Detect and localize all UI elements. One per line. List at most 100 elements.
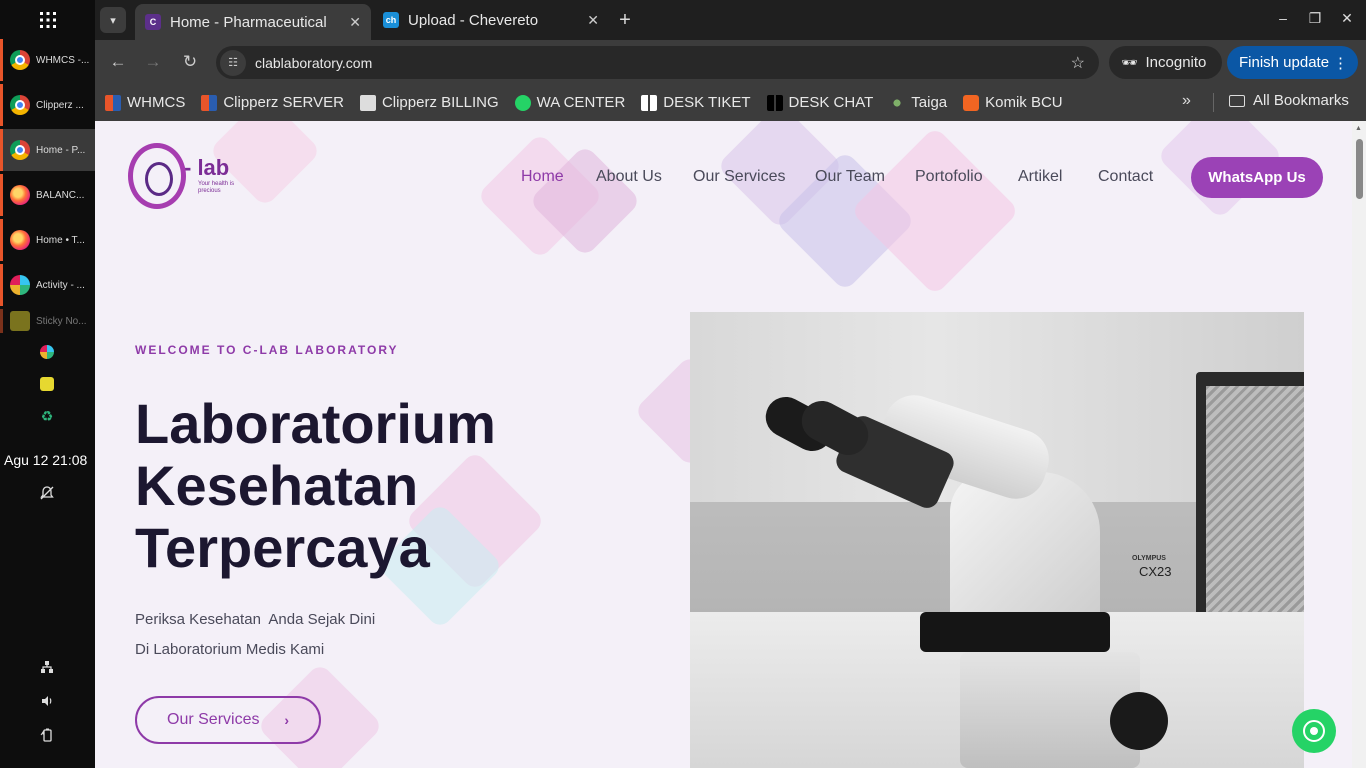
floating-whatsapp-button[interactable] [1292,709,1336,753]
minimize-icon[interactable]: – [1273,10,1293,26]
sticky-notes-tray-icon[interactable] [38,375,56,393]
slack-tray-icon[interactable] [38,343,56,361]
bookmark-whmcs[interactable]: WHMCS [105,94,185,111]
taskbar-item-balance[interactable]: BALANC... [0,174,95,216]
taskbar-item-home-t[interactable]: Home • T... [0,219,95,261]
blogger-icon [963,94,980,111]
taskbar-item-label: Home - P... [36,144,86,156]
new-tab-icon[interactable]: + [613,8,637,32]
photo-focus-knob [1110,692,1168,750]
bookmark-taiga[interactable]: Taiga [889,94,947,111]
tab-close-icon[interactable]: ✕ [349,14,361,31]
back-icon[interactable]: ← [106,50,130,74]
bookmark-label: WHMCS [127,94,186,111]
recycle-icon[interactable]: ♻ [38,407,56,425]
incognito-button[interactable]: 🕶 Incognito [1109,46,1222,79]
nav-about-us[interactable]: About Us [596,168,662,186]
bookmark-label: Clipperz BILLING [381,94,499,111]
taskbar-item-activity[interactable]: Activity - ... [0,264,95,306]
incognito-icon: 🕶 [1121,54,1138,70]
bookmark-star-icon[interactable]: ☆ [1071,53,1085,73]
browser-tab-strip: ▾ C Home - Pharmaceutical C ✕ ch Upload … [95,0,1366,40]
tab-home-pharmaceutical[interactable]: C Home - Pharmaceutical C ✕ [135,4,371,40]
nav-portofolio[interactable]: Portofolio [915,168,983,186]
clab-logo[interactable]: - lab Your health is precious [128,143,234,209]
forward-icon[interactable]: → [141,50,165,74]
bookmark-label: Taiga [911,94,948,111]
clock[interactable]: Agu 12 21:08 [4,452,87,468]
scroll-up-arrow-icon[interactable]: ▲ [1355,125,1362,132]
volume-icon[interactable] [38,692,56,710]
nav-our-team[interactable]: Our Team [815,168,885,186]
subtitle-line: Periksa Kesehatan Anda Sejak Dini [135,611,376,628]
bookmark-wa-center[interactable]: WA CENTER [514,94,626,111]
update-label: Finish update [1239,54,1330,71]
our-services-button[interactable]: Our Services › [135,696,321,744]
logo-tagline: Your health is precious [198,181,235,194]
firefox-icon [10,230,30,250]
bookmark-clipperz-billing[interactable]: Clipperz BILLING [359,94,499,111]
dna-microscope-logo-icon [128,143,186,209]
nav-our-services[interactable]: Our Services [693,168,785,186]
menu-dots-icon[interactable]: ⋮ [1333,54,1348,72]
battery-icon[interactable] [38,726,56,744]
taskbar-item-label: Activity - ... [36,279,85,291]
subtitle-line: Di Laboratorium Medis Kami [135,641,325,658]
slack-icon [40,345,54,359]
taskbar-item-label: Clipperz ... [36,99,84,111]
desk-icon [766,94,783,111]
taskbar-item-clipperz[interactable]: Clipperz ... [0,84,95,126]
address-bar[interactable]: ☷ clablaboratory.com ☆ [216,46,1099,79]
sticky-notes-icon [10,311,30,331]
taskbar-item-whmcs[interactable]: WHMCS -... [0,39,95,81]
chrome-icon [10,50,30,70]
more-bookmarks-icon[interactable]: » [1182,92,1191,110]
chrome-icon [10,140,30,160]
folder-icon [1229,94,1245,107]
our-services-label: Our Services [167,711,260,728]
notifications-muted-icon[interactable] [38,484,56,502]
logo-name: - lab [184,155,230,180]
url-text: clablaboratory.com [255,54,373,71]
tab-search-chevron-icon[interactable]: ▾ [100,7,126,33]
all-bookmarks-button[interactable]: All Bookmarks [1229,92,1349,109]
tab-upload-chevereto[interactable]: ch Upload - Chevereto ✕ [373,4,609,36]
nav-contact[interactable]: Contact [1098,168,1153,186]
bookmark-desk-chat[interactable]: DESK CHAT [766,94,874,111]
taskbar-item-home-pharmaceutical[interactable]: Home - P... [0,129,95,171]
taskbar-item-label: WHMCS -... [36,54,90,66]
nav-artikel[interactable]: Artikel [1018,168,1062,186]
photo-brand-label: OLYMPUS [1132,555,1166,562]
app-grid-icon[interactable] [0,0,95,40]
page-scrollbar[interactable]: ▲ [1352,121,1366,768]
bookmark-label: Komik BCU [985,94,1063,111]
site-info-icon[interactable]: ☷ [220,49,246,76]
decorative-shape [850,126,1020,296]
close-window-icon[interactable]: ✕ [1337,10,1357,27]
page-viewport: - lab Your health is precious Home About… [95,121,1366,768]
slack-icon [10,275,30,295]
bookmark-desk-tiket[interactable]: DESK TIKET [641,94,751,111]
network-icon[interactable] [38,658,56,676]
taskbar-item-label: Sticky No... [36,315,87,327]
scrollbar-thumb[interactable] [1356,139,1363,199]
finish-update-button[interactable]: Finish update ⋮ [1227,46,1358,79]
tab-close-icon[interactable]: ✕ [587,12,599,29]
bookmark-label: Clipperz SERVER [223,94,344,111]
chrome-icon [10,95,30,115]
bookmark-label: DESK CHAT [788,94,874,111]
incognito-label: Incognito [1145,54,1207,71]
chevereto-favicon-icon: ch [383,12,399,28]
nav-home[interactable]: Home [521,168,564,186]
bookmark-label: WA CENTER [536,94,626,111]
reload-icon[interactable]: ↻ [178,50,202,74]
whatsapp-us-button[interactable]: WhatsApp Us [1191,157,1323,198]
headline-line: Kesehatan [135,454,419,517]
maximize-icon[interactable]: ❐ [1305,10,1325,27]
billing-icon [359,94,376,111]
bookmark-komik-bcu[interactable]: Komik BCU [963,94,1063,111]
taskbar-item-sticky-notes[interactable]: Sticky No... [0,309,95,333]
photo-microscope-stage [920,612,1110,652]
bookmark-clipperz-server[interactable]: Clipperz SERVER [201,94,344,111]
photo-model-label: CX23 [1139,564,1172,579]
